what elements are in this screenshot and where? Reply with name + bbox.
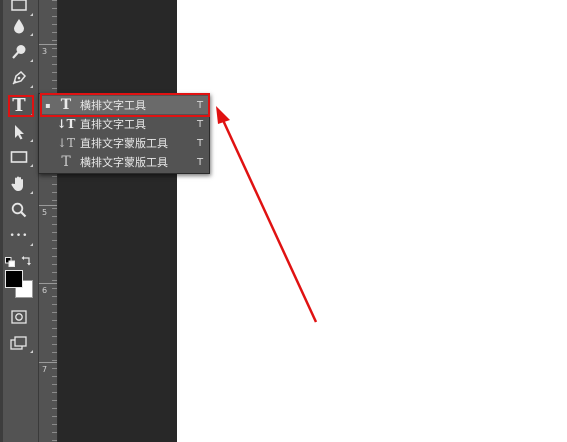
arrow-head bbox=[216, 106, 230, 124]
annotation-arrow bbox=[216, 106, 318, 323]
arrow-shaft bbox=[220, 117, 318, 323]
